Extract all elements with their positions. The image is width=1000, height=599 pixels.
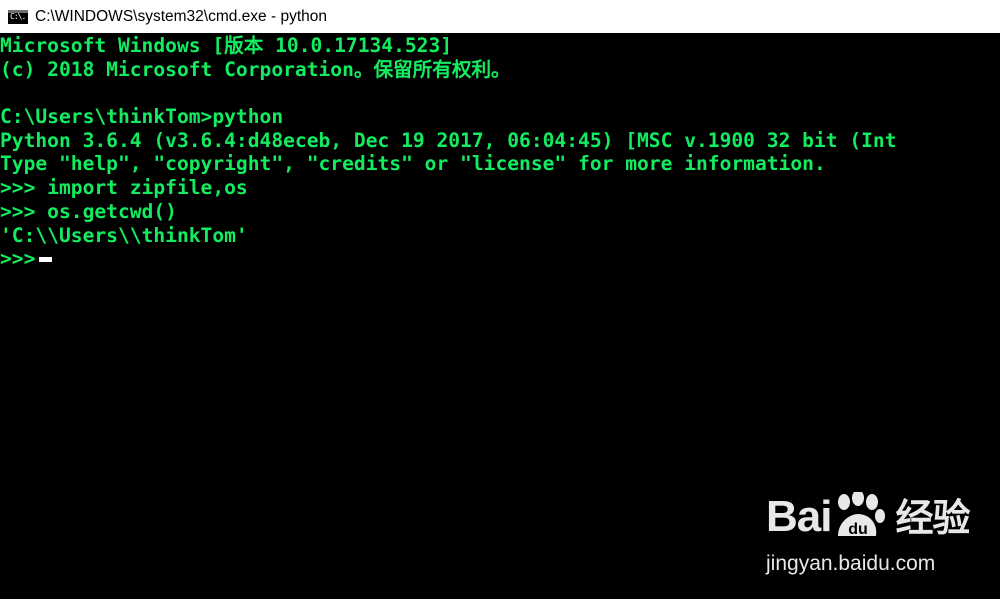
console-line: Type "help", "copyright", "credits" or "…: [0, 152, 826, 176]
console-prompt-line[interactable]: >>>: [0, 247, 1000, 271]
python-prompt: >>>: [0, 247, 36, 271]
cmd-window: C:\. C:\WINDOWS\system32\cmd.exe - pytho…: [0, 0, 1000, 599]
baidu-logo-jingyan: 经验: [895, 498, 970, 540]
console-line: Microsoft Windows [版本 10.0.17134.523]: [0, 34, 453, 57]
console-line: >>> import zipfile,os: [0, 176, 248, 200]
console-line: Python 3.6.4 (v3.6.4:d48eceb, Dec 19 201…: [0, 128, 897, 152]
baidu-jingyan-url: jingyan.baidu.com: [766, 552, 936, 575]
console-line: C:\Users\thinkTom>python: [0, 105, 284, 129]
svg-text:du: du: [848, 521, 868, 538]
text-cursor[interactable]: [39, 257, 53, 263]
title-bar[interactable]: C:\. C:\WINDOWS\system32\cmd.exe - pytho…: [0, 0, 1000, 33]
cmd-console-icon[interactable]: C:\.: [8, 9, 28, 24]
console-line: (c) 2018 Microsoft Corporation。保留所有权利。: [0, 57, 511, 81]
console-line: 'C:\\Users\\thinkTom': [0, 223, 248, 247]
window-title: C:\WINDOWS\system32\cmd.exe - python: [35, 7, 327, 25]
baidu-jingyan-watermark: Baidu经验 du jingyan.baidu.com: [766, 490, 991, 590]
console-line: >>> os.getcwd(): [0, 199, 177, 223]
cmd-icon-glyph: C:\.: [10, 11, 26, 21]
baidu-paw-icon: du: [838, 492, 885, 538]
baidu-logo-bai: Bai: [766, 492, 832, 541]
